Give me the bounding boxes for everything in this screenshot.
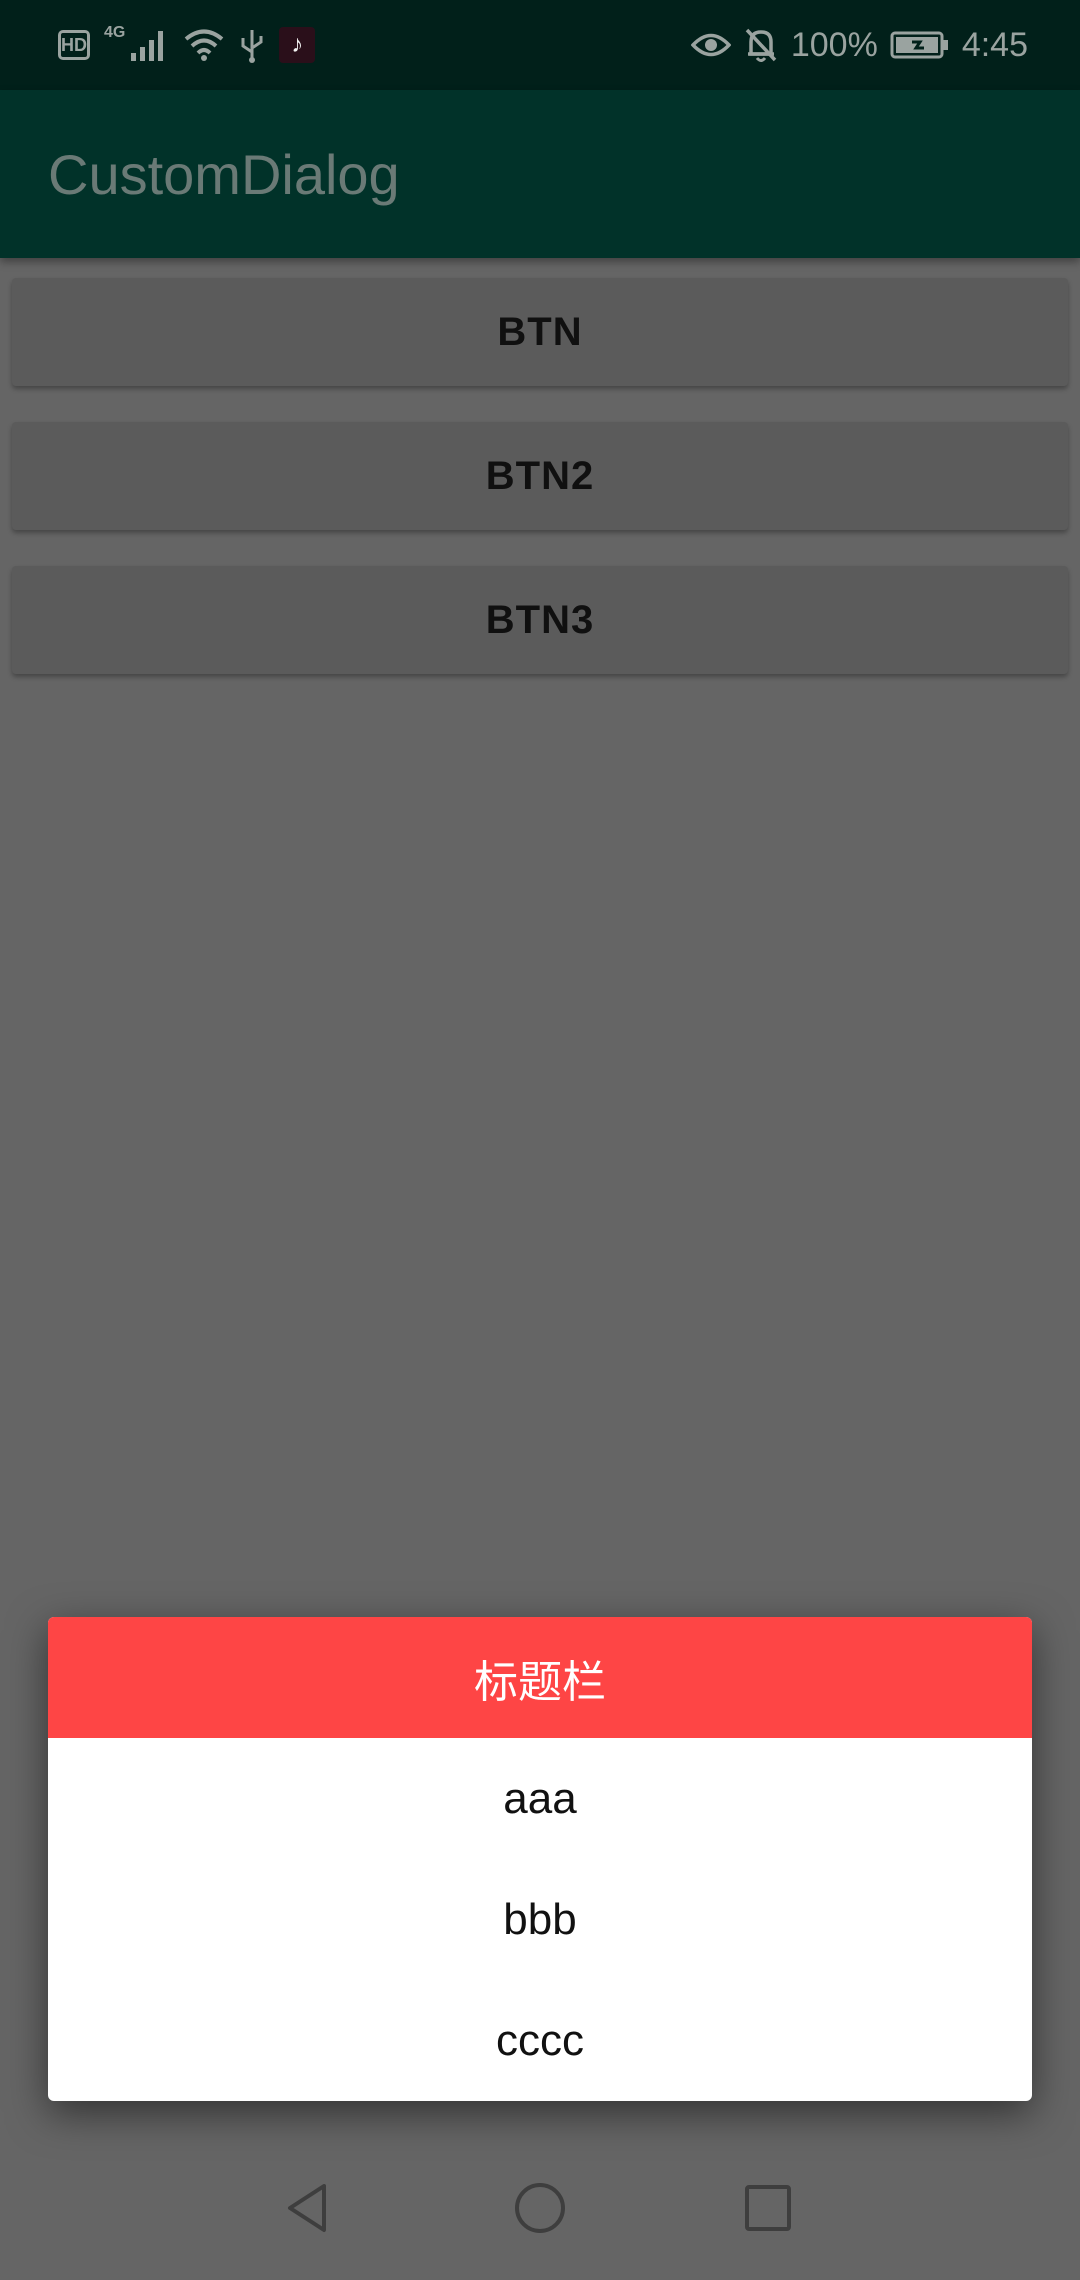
tiktok-icon: ♪ [279, 27, 316, 63]
battery-percentage: 100% [790, 25, 878, 64]
dialog-item-bbb[interactable]: bbb [48, 1859, 1032, 1980]
navigation-bar [0, 2140, 1080, 2280]
status-right: 100% 4:45 [690, 22, 1028, 68]
custom-dialog: 标题栏 aaa bbb cccc [48, 1617, 1032, 2101]
status-left: HD 4G ♪ [58, 22, 316, 68]
dialog-item-cccc[interactable]: cccc [48, 1980, 1032, 2101]
recents-icon[interactable] [728, 2168, 808, 2248]
eye-icon [690, 33, 731, 57]
home-icon[interactable] [500, 2168, 580, 2248]
wifi-icon [185, 29, 224, 61]
app-bar: CustomDialog [0, 90, 1080, 258]
btn-button[interactable]: BTN [12, 278, 1068, 386]
usb-icon [241, 30, 263, 63]
battery-icon [890, 31, 948, 59]
signal-icon [131, 31, 164, 61]
dialog-item-aaa[interactable]: aaa [48, 1738, 1032, 1859]
hd-badge: HD [58, 30, 90, 60]
back-icon[interactable] [268, 2168, 348, 2248]
btn2-button[interactable]: BTN2 [12, 422, 1068, 530]
status-bar: HD 4G ♪ 100% 4:45 [0, 0, 1080, 90]
dialog-title: 标题栏 [48, 1617, 1032, 1738]
app-title: CustomDialog [48, 143, 400, 206]
btn3-button[interactable]: BTN3 [12, 566, 1068, 674]
bell-off-icon [745, 28, 777, 62]
status-time: 4:45 [961, 25, 1028, 64]
network-type-label: 4G [104, 24, 126, 41]
